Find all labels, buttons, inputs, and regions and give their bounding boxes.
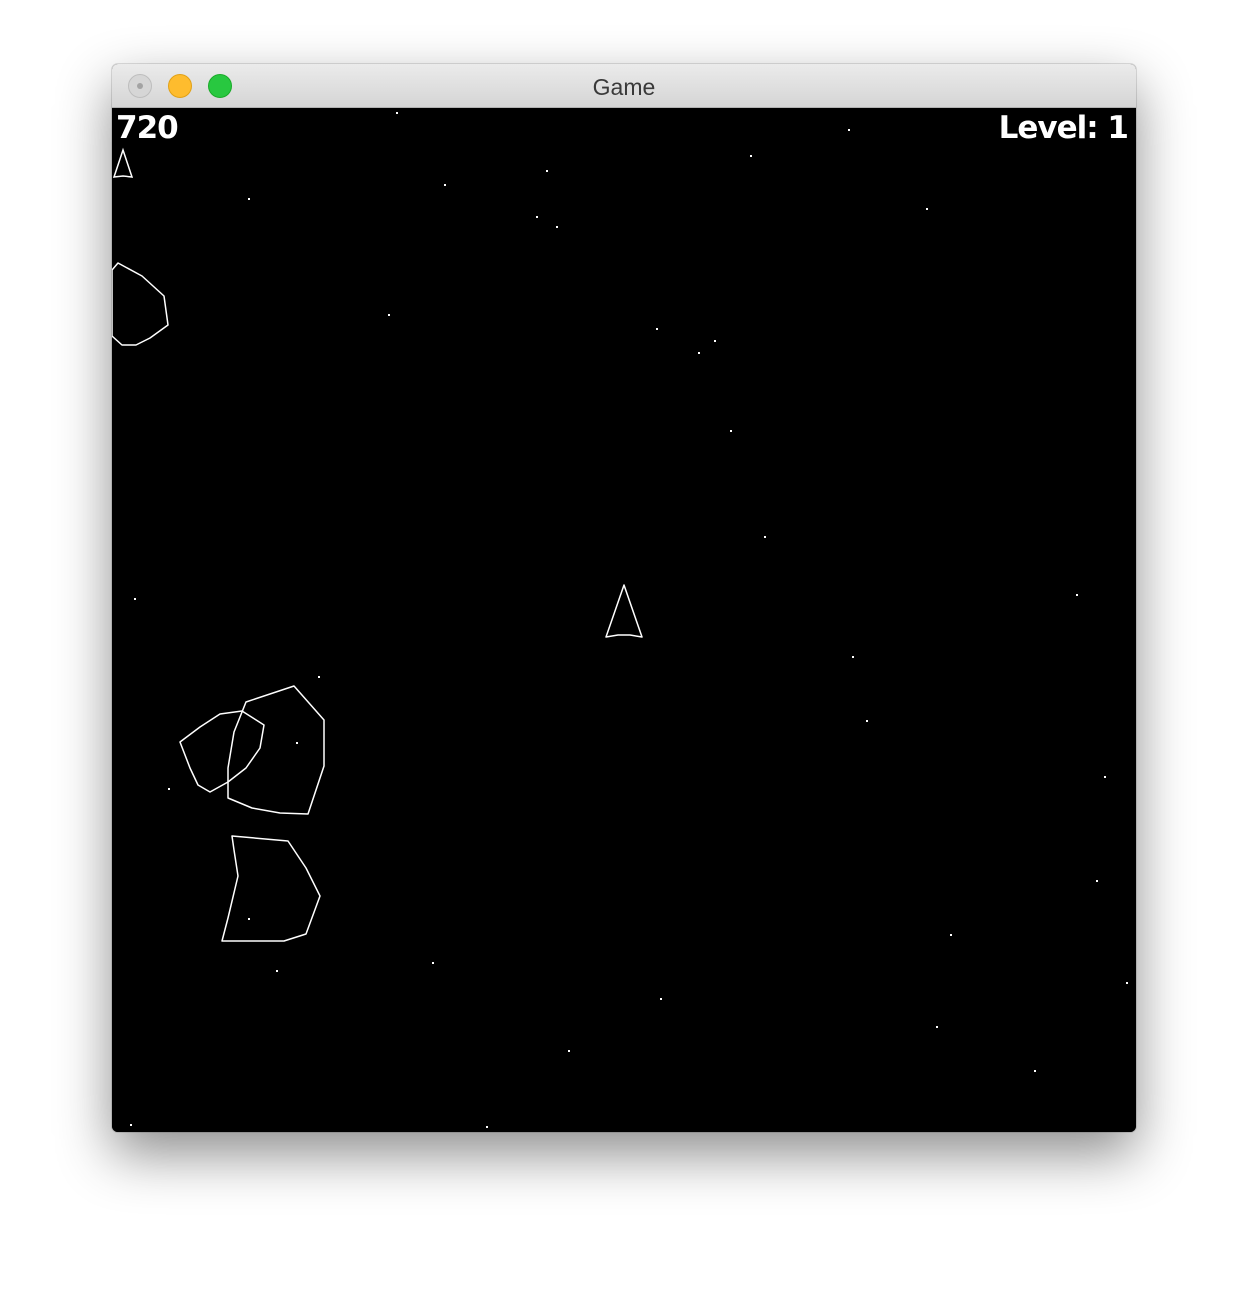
star	[852, 656, 854, 658]
star	[866, 720, 868, 722]
star	[926, 208, 928, 210]
player-ship	[605, 584, 643, 638]
star	[1126, 982, 1128, 984]
asteroid	[227, 685, 325, 815]
game-canvas[interactable]: 720 Level: 1	[112, 108, 1136, 1132]
star	[248, 198, 250, 200]
star	[568, 1050, 570, 1052]
game-window: Game 720 Level: 1	[112, 64, 1136, 1132]
star	[130, 1124, 132, 1126]
star	[764, 536, 766, 538]
lives-ship-icon	[112, 147, 134, 178]
score-display: 720	[116, 110, 179, 146]
star	[1096, 880, 1098, 882]
title-bar[interactable]: Game	[112, 64, 1136, 108]
star	[1034, 1070, 1036, 1072]
asteroid	[221, 835, 321, 942]
playfield	[112, 112, 1128, 1128]
asteroid	[112, 262, 169, 346]
star	[656, 328, 658, 330]
starfield	[130, 112, 1128, 1128]
star	[388, 314, 390, 316]
star	[730, 430, 732, 432]
star	[750, 155, 752, 157]
star	[486, 1126, 488, 1128]
star	[134, 598, 136, 600]
star	[936, 1026, 938, 1028]
star	[1104, 776, 1106, 778]
star	[1076, 594, 1078, 596]
star	[296, 742, 298, 744]
star	[432, 962, 434, 964]
level-display: Level: 1	[998, 110, 1129, 146]
asteroid	[179, 710, 265, 793]
star	[714, 340, 716, 342]
star	[276, 970, 278, 972]
star	[660, 998, 662, 1000]
star	[318, 676, 320, 678]
star	[848, 129, 850, 131]
star	[444, 184, 446, 186]
star	[168, 788, 170, 790]
star	[248, 918, 250, 920]
star	[698, 352, 700, 354]
star	[556, 226, 558, 228]
star	[396, 112, 398, 114]
star	[536, 216, 538, 218]
star	[950, 934, 952, 936]
window-title: Game	[592, 74, 656, 100]
star	[546, 170, 548, 172]
